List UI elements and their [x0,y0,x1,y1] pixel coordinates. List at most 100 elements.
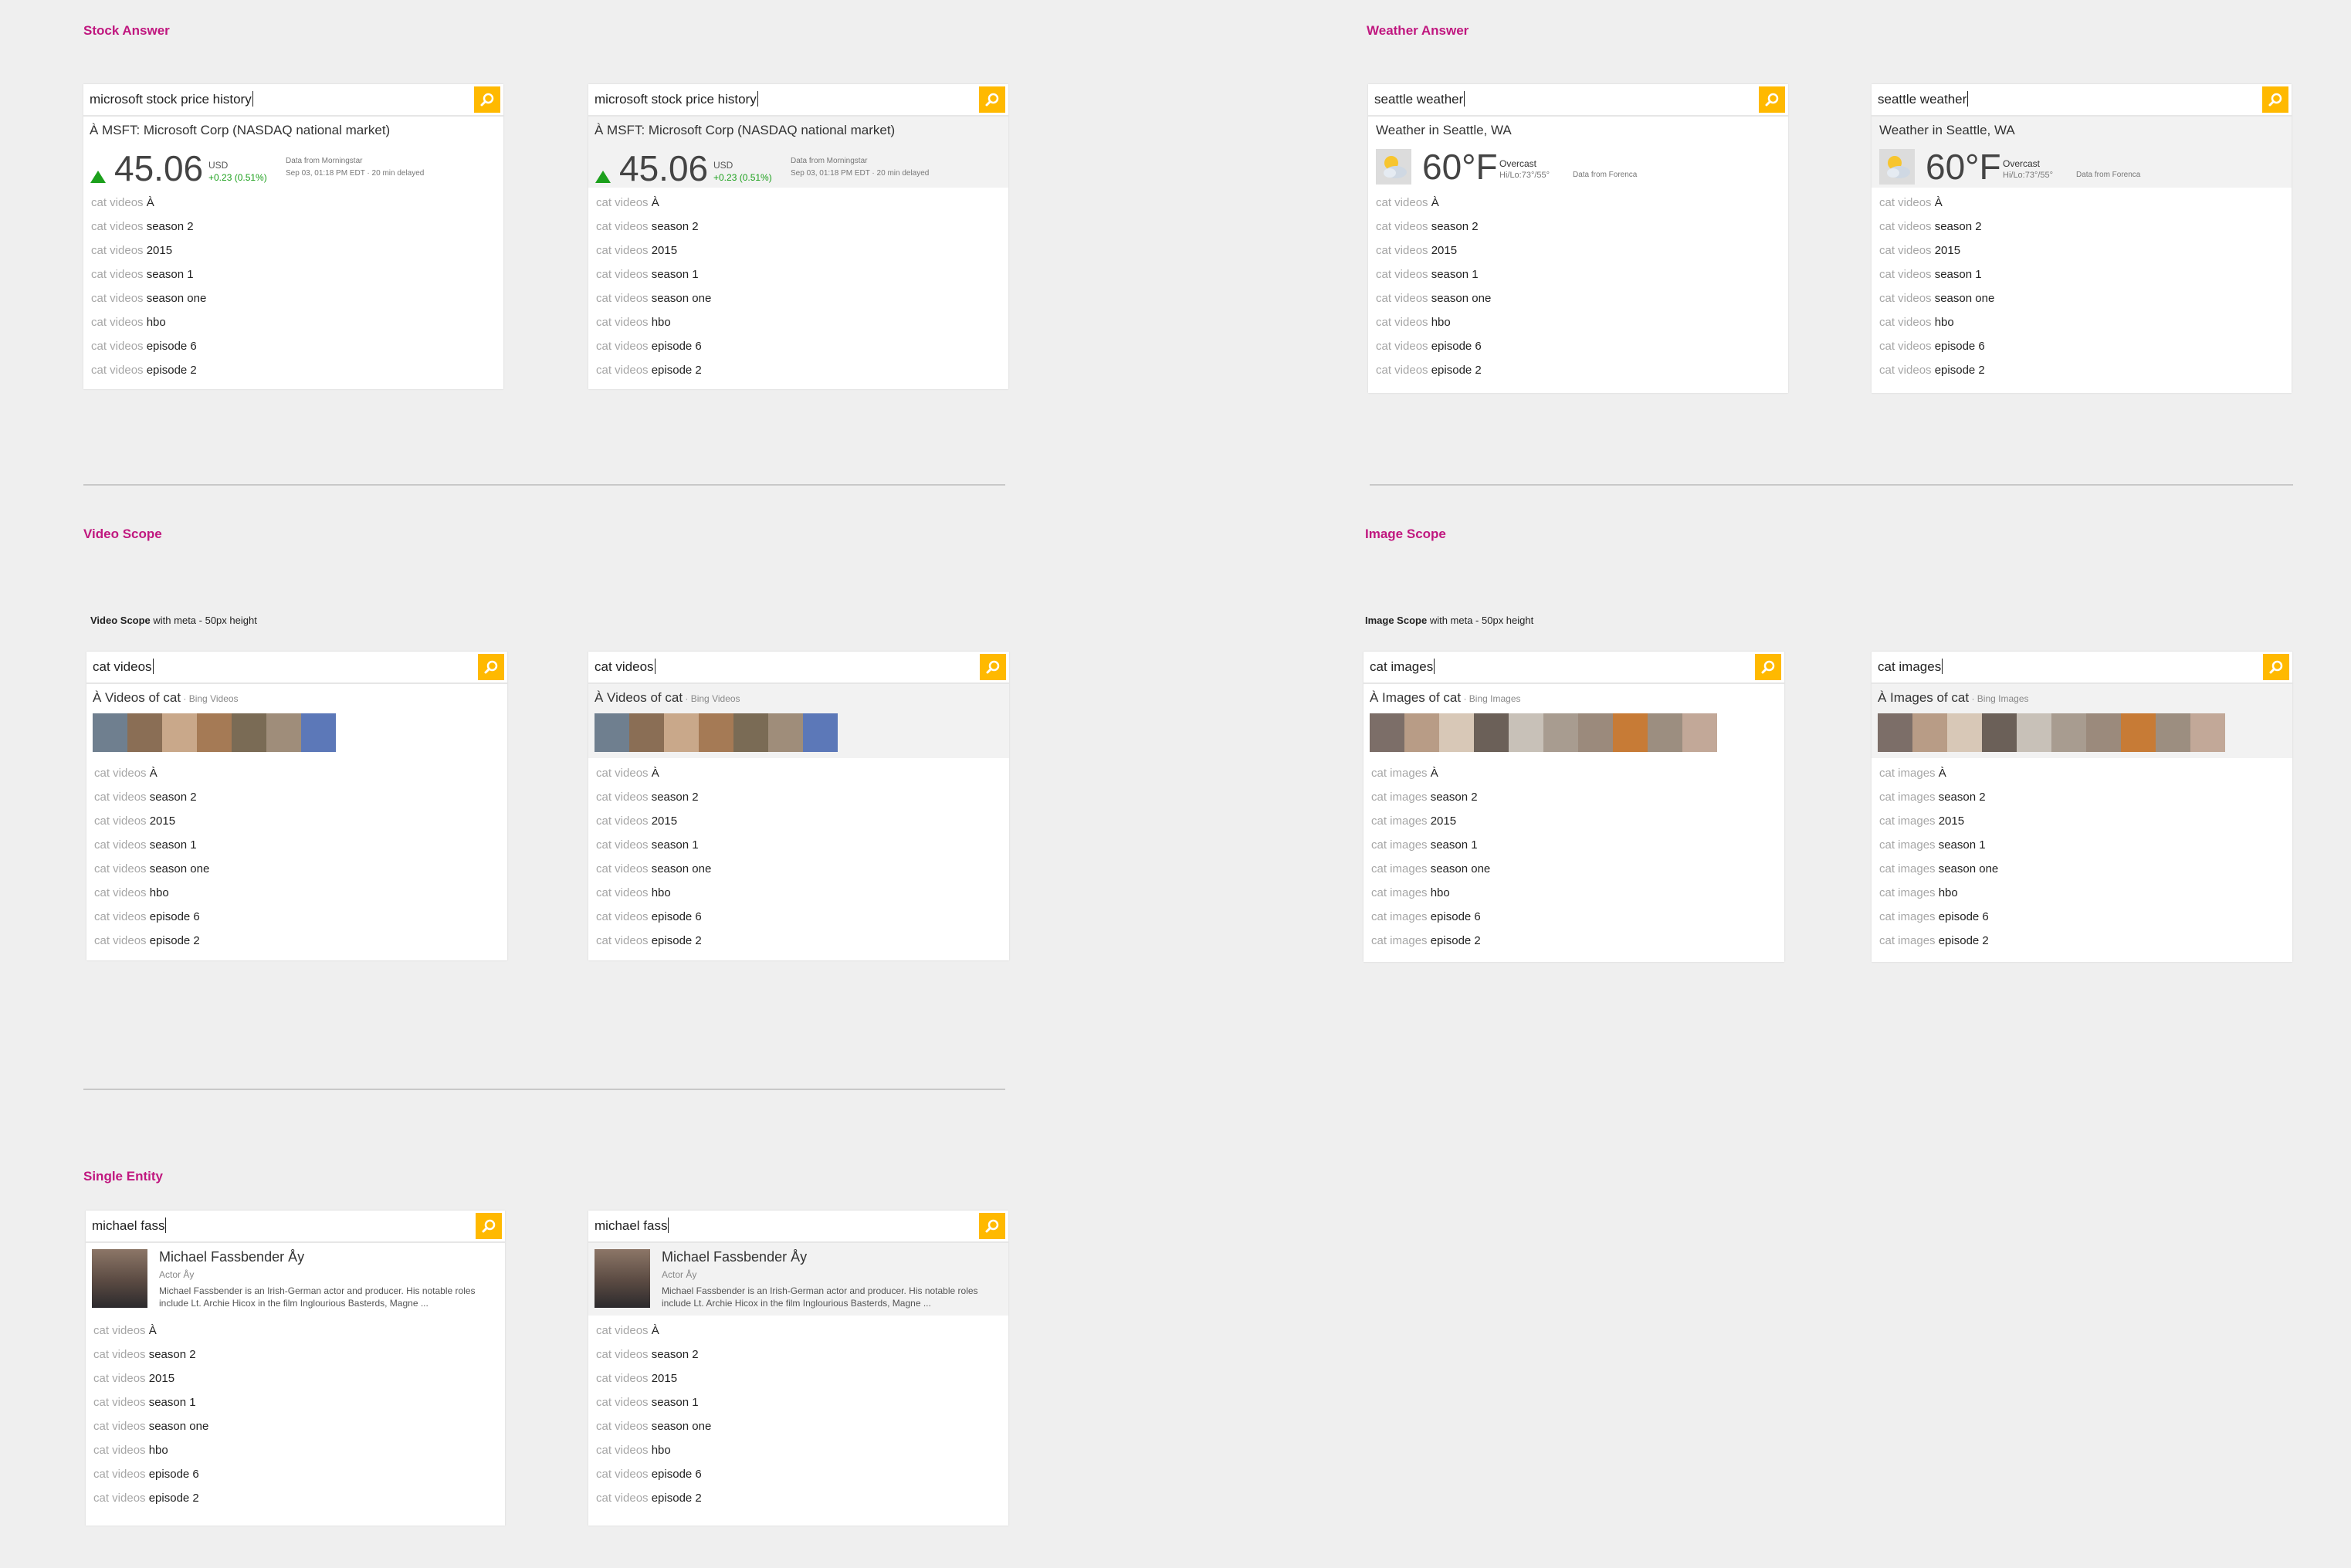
search-input[interactable]: michael fass [92,1217,166,1234]
suggestion-item[interactable]: cat videos season 2 [1872,215,2292,239]
suggestion-item[interactable]: cat videos 2015 [1368,239,1788,262]
suggestion-item[interactable]: cat videos episode 2 [83,358,503,382]
suggestion-item[interactable]: cat videos episode 2 [588,929,1009,953]
suggestion-item[interactable]: cat videos hbo [588,310,1008,334]
video-answer[interactable]: À Videos of cat · Bing Videos [86,684,507,758]
search-button[interactable] [979,86,1005,113]
suggestion-item[interactable]: cat videos episode 6 [86,905,507,929]
suggestion-item[interactable]: cat videos episode 2 [1368,358,1788,382]
image-thumbnail[interactable] [1912,713,1947,752]
suggestion-item[interactable]: cat images season 2 [1364,785,1784,809]
suggestion-item[interactable]: cat videos season one [86,857,507,881]
image-thumbnail[interactable] [1648,713,1682,752]
search-input[interactable]: microsoft stock price history [90,91,253,107]
suggestion-item[interactable]: cat videos season 1 [588,833,1009,857]
image-thumbnail[interactable] [1474,713,1509,752]
image-thumbnail[interactable] [1543,713,1578,752]
suggestion-item[interactable]: cat videos season one [86,1414,505,1438]
search-input[interactable]: michael fass [595,1217,669,1234]
suggestion-item[interactable]: cat videos 2015 [588,809,1009,833]
suggestion-item[interactable]: cat videos episode 6 [1368,334,1788,358]
search-box[interactable]: seattle weather [1368,84,1788,117]
image-thumbnail[interactable] [1982,713,2017,752]
search-input[interactable]: cat videos [93,659,154,675]
weather-answer[interactable]: Weather in Seattle, WA 60°F Overcast Hi/Lo:… [1368,117,1788,188]
suggestion-item[interactable]: cat images season 2 [1872,785,2292,809]
stock-answer[interactable]: À MSFT: Microsoft Corp (NASDAQ national … [83,117,503,188]
suggestion-item[interactable]: cat videos hbo [588,1438,1008,1462]
suggestion-item[interactable]: cat videos 2015 [83,239,503,262]
search-box[interactable]: michael fass [588,1211,1008,1243]
suggestion-item[interactable]: cat videos À [83,191,503,215]
suggestion-item[interactable]: cat videos season 1 [1872,262,2292,286]
search-button[interactable] [2263,654,2289,680]
suggestion-item[interactable]: cat images season 1 [1364,833,1784,857]
suggestion-item[interactable]: cat images season one [1872,857,2292,881]
suggestion-item[interactable]: cat videos 2015 [86,809,507,833]
suggestion-item[interactable]: cat videos À [588,1319,1008,1343]
suggestion-item[interactable]: cat images hbo [1872,881,2292,905]
suggestion-item[interactable]: cat videos season one [588,1414,1008,1438]
search-button[interactable] [1759,86,1785,113]
search-box[interactable]: cat videos [86,652,507,684]
search-button[interactable] [1755,654,1781,680]
suggestion-item[interactable]: cat images season one [1364,857,1784,881]
image-thumbnail[interactable] [2156,713,2190,752]
video-thumbnail[interactable] [768,713,803,752]
suggestion-item[interactable]: cat images 2015 [1364,809,1784,833]
suggestion-item[interactable]: cat videos 2015 [1872,239,2292,262]
search-input[interactable]: cat videos [595,659,656,675]
search-box[interactable]: seattle weather [1872,84,2292,117]
suggestion-item[interactable]: cat videos season 1 [86,1390,505,1414]
search-box[interactable]: cat images [1364,652,1784,684]
suggestion-item[interactable]: cat images hbo [1364,881,1784,905]
suggestion-item[interactable]: cat videos season 2 [588,785,1009,809]
search-box[interactable]: cat videos [588,652,1009,684]
suggestion-item[interactable]: cat videos episode 2 [86,1486,505,1510]
image-answer[interactable]: À Images of cat · Bing Images [1872,684,2292,758]
suggestion-item[interactable]: cat videos À [1872,191,2292,215]
suggestion-item[interactable]: cat videos episode 2 [588,1486,1008,1510]
suggestion-item[interactable]: cat images episode 2 [1872,929,2292,953]
suggestion-item[interactable]: cat videos episode 6 [588,334,1008,358]
suggestion-item[interactable]: cat videos season 2 [86,785,507,809]
image-thumbnail[interactable] [1370,713,1404,752]
video-thumbnail[interactable] [664,713,699,752]
suggestion-item[interactable]: cat videos episode 2 [588,358,1008,382]
video-thumbnail[interactable] [197,713,232,752]
search-box[interactable]: cat images [1872,652,2292,684]
suggestion-item[interactable]: cat videos episode 6 [588,905,1009,929]
video-thumbnail[interactable] [733,713,768,752]
suggestion-item[interactable]: cat videos season 1 [86,833,507,857]
video-answer[interactable]: À Videos of cat · Bing Videos [588,684,1009,758]
video-thumbnail[interactable] [699,713,733,752]
image-thumbnail[interactable] [1439,713,1474,752]
search-button[interactable] [2262,86,2288,113]
image-thumbnail[interactable] [2051,713,2086,752]
video-thumbnail[interactable] [629,713,664,752]
suggestion-item[interactable]: cat videos hbo [1872,310,2292,334]
video-thumbnail[interactable] [93,713,127,752]
suggestion-item[interactable]: cat videos season one [588,286,1008,310]
search-button[interactable] [478,654,504,680]
video-thumbnail[interactable] [301,713,336,752]
suggestion-item[interactable]: cat videos season 2 [588,215,1008,239]
suggestion-item[interactable]: cat videos episode 6 [83,334,503,358]
image-thumbnail[interactable] [2190,713,2225,752]
search-box[interactable]: microsoft stock price history [83,84,503,117]
image-thumbnail[interactable] [1509,713,1543,752]
suggestion-item[interactable]: cat videos episode 2 [1872,358,2292,382]
search-input[interactable]: seattle weather [1878,91,1968,107]
suggestion-item[interactable]: cat videos season 2 [1368,215,1788,239]
image-thumbnail[interactable] [1947,713,1982,752]
video-thumbnail[interactable] [232,713,266,752]
suggestion-item[interactable]: cat videos À [588,191,1008,215]
video-thumbnail[interactable] [266,713,301,752]
video-thumbnail[interactable] [803,713,838,752]
suggestion-item[interactable]: cat videos 2015 [588,1366,1008,1390]
suggestion-item[interactable]: cat videos hbo [86,881,507,905]
suggestion-item[interactable]: cat videos season 1 [588,1390,1008,1414]
search-input[interactable]: cat images [1370,659,1435,675]
search-button[interactable] [476,1213,502,1239]
suggestion-item[interactable]: cat videos hbo [86,1438,505,1462]
